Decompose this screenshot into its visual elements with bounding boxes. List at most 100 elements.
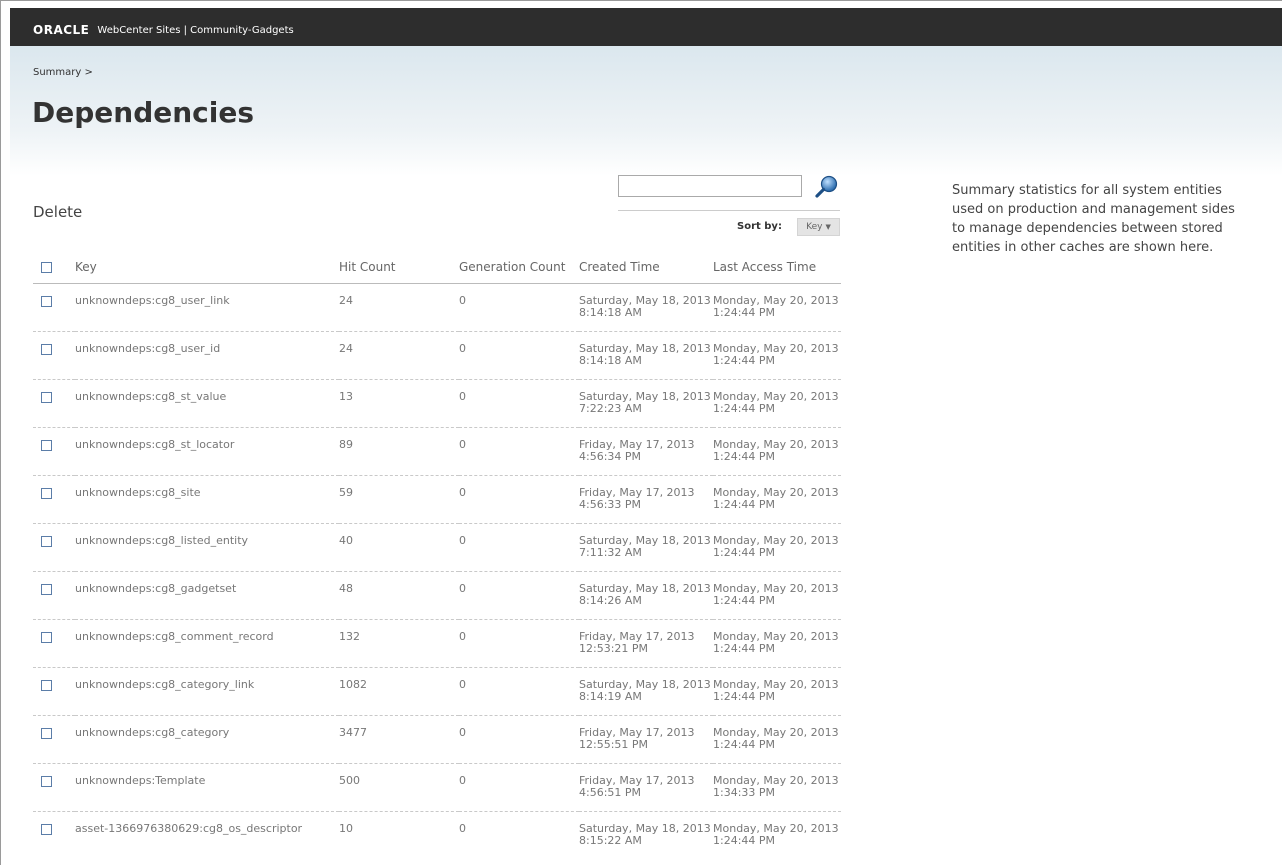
cell-generation-count: 0 [459, 821, 466, 835]
sort-selected-value: Key [806, 222, 823, 232]
cell-generation-count: 0 [459, 619, 579, 668]
cell-generation-count: 0 [459, 523, 579, 572]
cell-generation-count: 0 [459, 571, 579, 620]
table-row: unknowndeps:cg8_user_id 24 0 Saturday, M… [33, 331, 841, 380]
row-checkbox[interactable] [41, 727, 52, 739]
select-all-checkbox[interactable] [41, 262, 52, 273]
row-checkbox[interactable] [41, 487, 52, 499]
cell-created-time: Saturday, May 18, 2013 7:11:32 AM [579, 523, 713, 572]
cell-last-access-time: Monday, May 20, 2013 1:24:44 PM [713, 379, 841, 428]
delete-button[interactable]: Delete [33, 203, 82, 221]
table-row: unknowndeps:cg8_gadgetset 48 0 Saturday,… [33, 571, 841, 620]
summary-description: Summary statistics for all system entiti… [952, 183, 1235, 255]
row-checkbox[interactable] [41, 439, 52, 451]
table-row: unknowndeps:cg8_category 3477 0 Friday, … [33, 715, 841, 764]
cell-key: unknowndeps:Template [75, 763, 339, 812]
cell-hit-count: 48 [339, 571, 459, 620]
table-row: unknowndeps:cg8_site 59 0 Friday, May 17… [33, 475, 841, 524]
search-input[interactable] [618, 175, 802, 197]
column-header-created-time[interactable]: Created Time [579, 252, 713, 284]
column-header-key[interactable]: Key [75, 252, 339, 284]
app-title: WebCenter Sites | Community-Gadgets [97, 24, 294, 36]
cell-hit-count: 132 [339, 619, 459, 668]
cell-generation-count: 0 [459, 667, 579, 716]
sort-dropdown[interactable]: Key ▼ [797, 218, 840, 236]
row-checkbox[interactable] [41, 583, 52, 595]
cell-generation-count: 0 [459, 475, 579, 524]
cell-hit-count: 3477 [339, 715, 459, 764]
cell-hit-count: 10 [339, 821, 353, 835]
row-checkbox-cell [33, 475, 75, 524]
table-row: unknowndeps:Template 500 0 Friday, May 1… [33, 763, 841, 812]
cell-key: unknowndeps:cg8_category [75, 715, 339, 764]
cell-created-time: Friday, May 17, 2013 4:56:33 PM [579, 475, 713, 524]
cell-created-time: Friday, May 17, 2013 4:56:34 PM [579, 427, 713, 476]
table-row: unknowndeps:cg8_st_locator 89 0 Friday, … [33, 427, 841, 476]
row-checkbox-cell [33, 427, 75, 476]
brand: ORACLE WebCenter Sites | Community-Gadge… [33, 23, 294, 37]
search-icon[interactable] [814, 174, 840, 200]
sort-label: Sort by: [737, 221, 782, 232]
row-checkbox-cell [33, 811, 75, 859]
cell-key: unknowndeps:cg8_st_locator [75, 427, 339, 476]
column-header-hit-count[interactable]: Hit Count [339, 252, 459, 284]
oracle-logo: ORACLE [33, 23, 90, 37]
cell-last-access-time: Monday, May 20, 2013 1:24:44 PM [713, 523, 841, 572]
cell-generation-count: 0 [459, 763, 579, 812]
cell-hit-count: 24 [339, 283, 459, 332]
breadcrumb[interactable]: Summary > [33, 67, 93, 78]
cell-hit-count: 24 [339, 331, 459, 380]
cell-hit-count: 500 [339, 763, 459, 812]
cell-key: unknowndeps:cg8_st_value [75, 379, 339, 428]
cell-last-access-time: Monday, May 20, 2013 1:24:44 PM [713, 427, 841, 476]
row-checkbox[interactable] [41, 823, 52, 835]
row-checkbox-cell [33, 331, 75, 380]
row-checkbox[interactable] [41, 343, 52, 355]
table-row: unknowndeps:cg8_category_link 1082 0 Sat… [33, 667, 841, 716]
cell-generation-count: 0 [459, 715, 579, 764]
search-divider [618, 210, 840, 211]
cell-last-access-time: Monday, May 20, 2013 1:24:44 PM [713, 715, 841, 764]
row-checkbox[interactable] [41, 679, 52, 691]
cell-hit-count: 89 [339, 427, 459, 476]
cell-key: unknowndeps:cg8_listed_entity [75, 523, 339, 572]
row-checkbox[interactable] [41, 295, 52, 307]
row-checkbox-cell [33, 283, 75, 332]
page-title: Dependencies [32, 96, 255, 129]
cell-created-time: Saturday, May 18, 2013 8:15:22 AM [579, 821, 711, 847]
cell-last-access-time: Monday, May 20, 2013 1:24:44 PM [713, 821, 839, 847]
cell-last-access-time: Monday, May 20, 2013 1:24:44 PM [713, 283, 841, 332]
row-checkbox-cell [33, 523, 75, 572]
cell-hit-count: 1082 [339, 667, 459, 716]
table-header-row: Key Hit Count Generation Count Created T… [33, 252, 841, 284]
chevron-down-icon: ▼ [825, 223, 831, 231]
row-checkbox-cell [33, 667, 75, 716]
cell-hit-count: 13 [339, 379, 459, 428]
row-checkbox[interactable] [41, 775, 52, 787]
cell-last-access-time: Monday, May 20, 2013 1:24:44 PM [713, 571, 841, 620]
row-checkbox-cell [33, 571, 75, 620]
cell-created-time: Saturday, May 18, 2013 8:14:18 AM [579, 283, 713, 332]
cell-key: unknowndeps:cg8_comment_record [75, 619, 339, 668]
column-header-generation-count[interactable]: Generation Count [459, 252, 579, 284]
cell-key: unknowndeps:cg8_user_id [75, 331, 339, 380]
cell-generation-count: 0 [459, 331, 579, 380]
cell-hit-count: 59 [339, 475, 459, 524]
select-all-cell [33, 252, 75, 284]
cell-last-access-time: Monday, May 20, 2013 1:24:44 PM [713, 667, 841, 716]
row-checkbox[interactable] [41, 631, 52, 643]
cell-generation-count: 0 [459, 427, 579, 476]
table-row: unknowndeps:cg8_user_link 24 0 Saturday,… [33, 283, 841, 332]
cell-key: unknowndeps:cg8_user_link [75, 283, 339, 332]
row-checkbox[interactable] [41, 391, 52, 403]
top-bar-extension [332, 8, 1282, 46]
table-row: unknowndeps:cg8_comment_record 132 0 Fri… [33, 619, 841, 668]
cell-key: unknowndeps:cg8_gadgetset [75, 571, 339, 620]
cell-generation-count: 0 [459, 283, 579, 332]
cell-hit-count: 40 [339, 523, 459, 572]
column-header-last-access-time[interactable]: Last Access Time [713, 252, 841, 284]
cell-generation-count: 0 [459, 379, 579, 428]
cell-last-access-time: Monday, May 20, 2013 1:24:44 PM [713, 331, 841, 380]
cell-key: asset-1366976380629:cg8_os_descriptor [75, 821, 303, 835]
row-checkbox[interactable] [41, 535, 52, 547]
